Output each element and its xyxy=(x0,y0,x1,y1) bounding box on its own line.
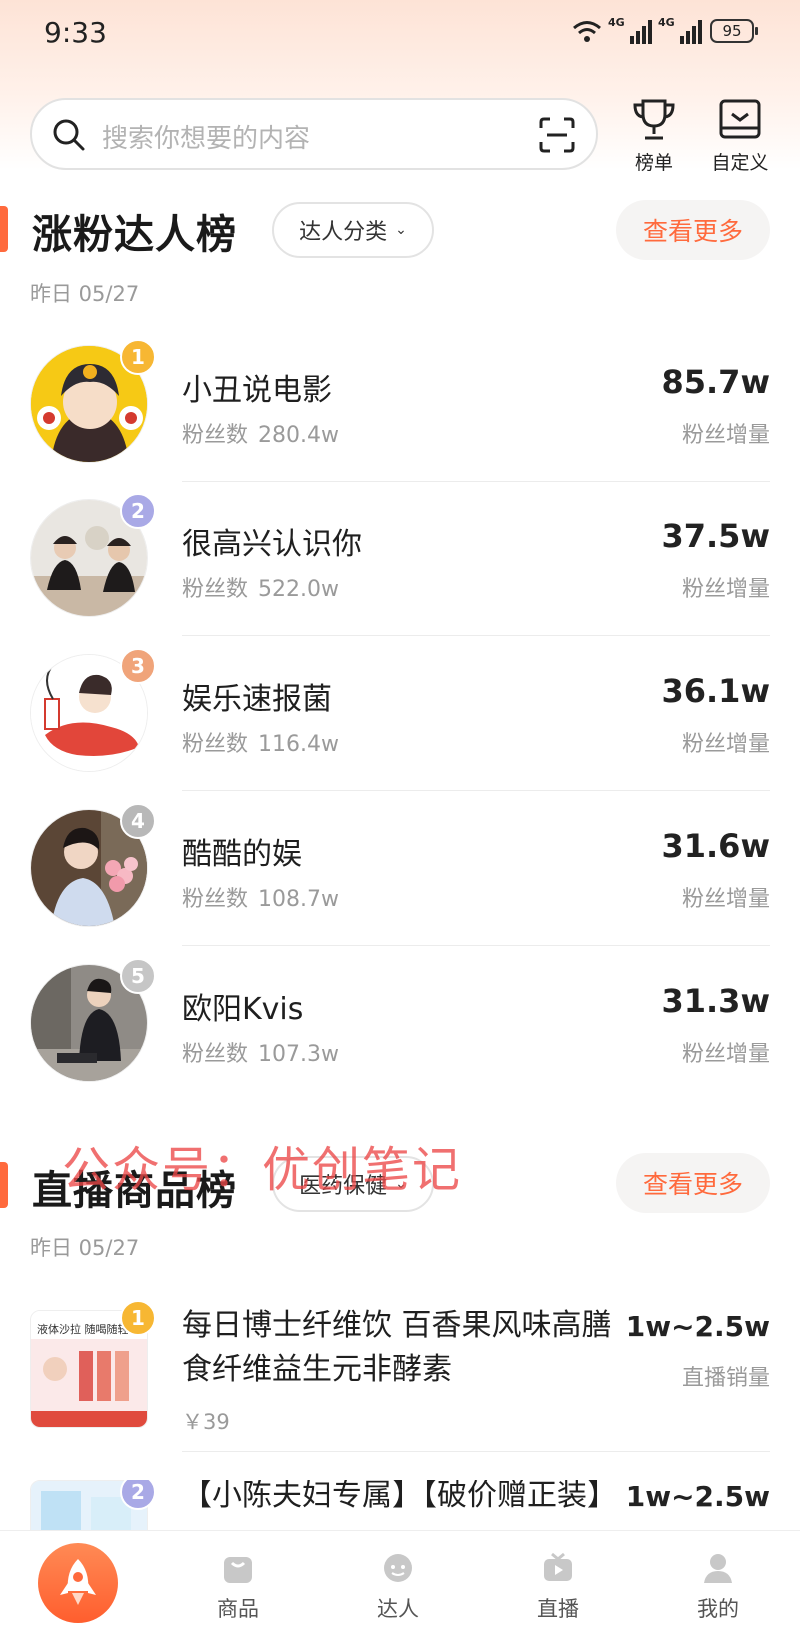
rank-badge: 2 xyxy=(120,493,156,529)
wifi-icon xyxy=(573,21,601,42)
scan-icon[interactable] xyxy=(538,116,576,154)
product-section-title: 直播商品榜 xyxy=(32,1168,237,1214)
bottom-nav: 商品 达人 直播 我的 xyxy=(0,1530,800,1633)
person-face-icon xyxy=(384,1554,412,1582)
nav-label: 我的 xyxy=(697,1597,739,1621)
nav-influencers[interactable]: 达人 xyxy=(348,1551,448,1623)
rocket-icon xyxy=(60,1559,96,1605)
nav-products[interactable]: 商品 xyxy=(188,1551,288,1623)
influencer-row[interactable]: 4 酷酷的娱 粉丝数 108.7w 31.6w 粉丝增量 xyxy=(0,791,800,946)
custom-button[interactable]: 自定义 xyxy=(700,98,780,175)
search-placeholder: 搜索你想要的内容 xyxy=(102,124,311,154)
rank-badge: 4 xyxy=(120,803,156,839)
section-accent-bar xyxy=(0,206,8,252)
influencer-row[interactable]: 2 很高兴认识你 粉丝数 522.0w 37.5w 粉丝增量 xyxy=(0,481,800,636)
product-name: 【小陈夫妇专属】【破价赠正装】 xyxy=(182,1480,617,1513)
influencer-section-title: 涨粉达人榜 xyxy=(32,212,237,258)
rank-badge: 2 xyxy=(120,1480,156,1510)
influencer-row[interactable]: 5 欧阳Kvis 粉丝数 107.3w 31.3w 粉丝增量 xyxy=(0,946,800,1101)
live-sales-value: 1w~2.5w xyxy=(625,1480,770,1513)
section-accent-bar xyxy=(0,1162,8,1208)
influencer-name: 欧阳Kvis xyxy=(182,992,304,1027)
fans-increase-value: 85.7w xyxy=(661,363,770,401)
filter-label: 医药保健 xyxy=(299,1174,388,1199)
fans-increase-value: 37.5w xyxy=(661,517,770,555)
nav-live[interactable]: 直播 xyxy=(508,1551,608,1623)
ranking-label: 榜单 xyxy=(634,152,673,174)
nav-label: 达人 xyxy=(377,1597,419,1621)
fans-increase-value: 31.6w xyxy=(661,827,770,865)
custom-label: 自定义 xyxy=(711,152,769,174)
fans-count: 粉丝数 522.0w xyxy=(182,577,339,602)
influencer-name: 小丑说电影 xyxy=(182,373,332,408)
fans-increase-label: 粉丝增量 xyxy=(681,577,770,602)
nav-home-button[interactable] xyxy=(38,1543,118,1623)
product-date: 昨日 05/27 xyxy=(30,1236,140,1260)
signal-icon: 4G xyxy=(608,16,652,44)
live-sales-value: 1w~2.5w xyxy=(625,1310,770,1343)
influencer-name: 娱乐速报菌 xyxy=(182,682,332,717)
product-more-button[interactable]: 查看更多 xyxy=(616,1153,770,1213)
status-icons: 4G 4G 95 xyxy=(572,16,758,44)
chevron-down-icon: ⌄ xyxy=(395,222,407,238)
influencer-name: 很高兴认识你 xyxy=(182,527,362,562)
search-icon xyxy=(53,119,85,151)
product-row[interactable]: 液体沙拉 随喝随轻 1 每日博士纤维饮 百香果风味高膳食纤维益生元非酵素 ￥39… xyxy=(0,1300,800,1452)
signal-icon-2: 4G xyxy=(658,16,702,44)
rank-badge: 1 xyxy=(120,339,156,375)
chevron-down-icon: ⌄ xyxy=(395,1176,407,1192)
fans-increase-label: 粉丝增量 xyxy=(681,423,770,448)
fans-increase-value: 31.3w xyxy=(661,982,770,1020)
fans-increase-label: 粉丝增量 xyxy=(681,732,770,757)
influencer-more-button[interactable]: 查看更多 xyxy=(616,200,770,260)
filter-label: 达人分类 xyxy=(299,220,388,245)
divider xyxy=(182,1451,770,1452)
fans-increase-value: 36.1w xyxy=(661,672,770,710)
battery-icon: 95 xyxy=(710,19,758,43)
fans-count: 粉丝数 107.3w xyxy=(182,1042,339,1067)
bag-icon xyxy=(224,1557,252,1583)
fans-count: 粉丝数 280.4w xyxy=(182,423,339,448)
influencer-name: 酷酷的娱 xyxy=(182,837,302,872)
influencer-row[interactable]: 3 娱乐速报菌 粉丝数 116.4w 36.1w 粉丝增量 xyxy=(0,636,800,791)
product-row[interactable]: 2 【小陈夫妇专属】【破价赠正装】 1w~2.5w xyxy=(0,1480,800,1530)
custom-icon xyxy=(719,99,761,139)
trophy-icon xyxy=(633,99,675,140)
user-icon xyxy=(704,1554,732,1583)
fans-count: 粉丝数 116.4w xyxy=(182,732,339,757)
svg-text:液体沙拉 随喝随轻: 液体沙拉 随喝随轻 xyxy=(37,1322,129,1336)
status-bar: 9:33 4G 4G 95 xyxy=(0,0,800,70)
ranking-button[interactable]: 榜单 xyxy=(614,98,694,175)
fans-increase-label: 粉丝增量 xyxy=(681,887,770,912)
product-name: 每日博士纤维饮 百香果风味高膳食纤维益生元非酵素 xyxy=(182,1308,612,1387)
rank-badge: 3 xyxy=(120,648,156,684)
nav-label: 商品 xyxy=(217,1597,259,1621)
influencer-row[interactable]: 1 小丑说电影 粉丝数 280.4w 85.7w 粉丝增量 xyxy=(0,327,800,482)
product-price: ￥39 xyxy=(182,1410,230,1434)
influencer-category-filter[interactable]: 达人分类 ⌄ xyxy=(272,202,434,258)
fans-count: 粉丝数 108.7w xyxy=(182,887,339,912)
status-time: 9:33 xyxy=(44,16,107,49)
influencer-date: 昨日 05/27 xyxy=(30,282,140,306)
nav-label: 直播 xyxy=(537,1597,579,1621)
rank-badge: 1 xyxy=(120,1300,156,1336)
fans-increase-label: 粉丝增量 xyxy=(681,1042,770,1067)
product-category-filter[interactable]: 医药保健 ⌄ xyxy=(272,1156,434,1212)
tv-icon xyxy=(544,1552,572,1581)
nav-mine[interactable]: 我的 xyxy=(668,1551,768,1623)
live-sales-label: 直播销量 xyxy=(681,1366,770,1391)
search-input[interactable]: 搜索你想要的内容 xyxy=(30,98,598,170)
rank-badge: 5 xyxy=(120,958,156,994)
